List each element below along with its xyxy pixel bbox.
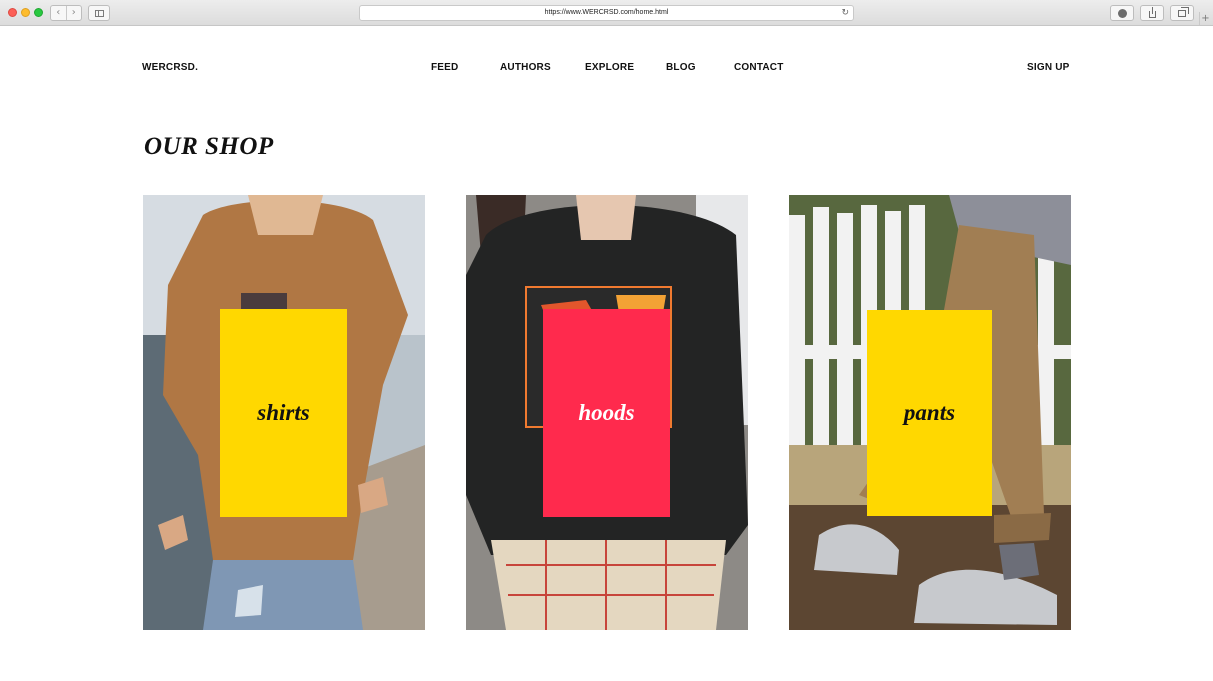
nav-link-authors[interactable]: AUTHORS (500, 62, 551, 73)
category-card-shirts[interactable]: shirts (143, 195, 425, 630)
nav-link-blog[interactable]: BLOG (666, 62, 696, 73)
sidebar-icon (95, 10, 104, 17)
back-icon[interactable]: ‹ (51, 6, 67, 20)
category-label-box: pants (867, 310, 992, 516)
forward-icon[interactable]: › (67, 6, 82, 20)
address-bar[interactable]: https://www.WERCRSD.com/home.html ↻ (359, 5, 854, 21)
web-page: WERCRSD. FEED AUTHORS EXPLORE BLOG CONTA… (0, 27, 1213, 681)
category-label-hoods: hoods (578, 400, 635, 425)
nav-link-contact[interactable]: CONTACT (734, 62, 784, 73)
download-icon (1118, 9, 1127, 18)
category-label-box: shirts (220, 309, 347, 517)
url-text: https://www.WERCRSD.com/home.html (544, 9, 669, 16)
close-window-button[interactable] (8, 8, 17, 17)
new-tab-button[interactable]: + (1199, 12, 1211, 25)
page-title: OUR SHOP (144, 133, 274, 160)
nav-link-explore[interactable]: EXPLORE (585, 62, 634, 73)
share-icon (1149, 7, 1156, 18)
sidebar-toggle-button[interactable] (88, 5, 110, 21)
share-button[interactable] (1140, 5, 1164, 21)
nav-link-feed[interactable]: FEED (431, 62, 458, 73)
minimize-window-button[interactable] (21, 8, 30, 17)
category-label-box: hoods (543, 309, 670, 517)
zoom-window-button[interactable] (34, 8, 43, 17)
category-card-hoods[interactable]: hoods (466, 195, 748, 630)
category-label-pants: pants (903, 400, 956, 425)
category-label-shirts: shirts (257, 400, 310, 425)
downloads-button[interactable] (1110, 5, 1134, 21)
category-card-pants[interactable]: pants (789, 195, 1071, 630)
tab-overview-button[interactable] (1170, 5, 1194, 21)
reload-icon[interactable]: ↻ (841, 6, 849, 20)
tabs-icon (1178, 7, 1189, 17)
sign-up-link[interactable]: SIGN UP (1027, 62, 1070, 73)
browser-toolbar: ‹ › https://www.WERCRSD.com/home.html ↻ … (0, 0, 1213, 26)
history-nav: ‹ › (50, 5, 82, 21)
